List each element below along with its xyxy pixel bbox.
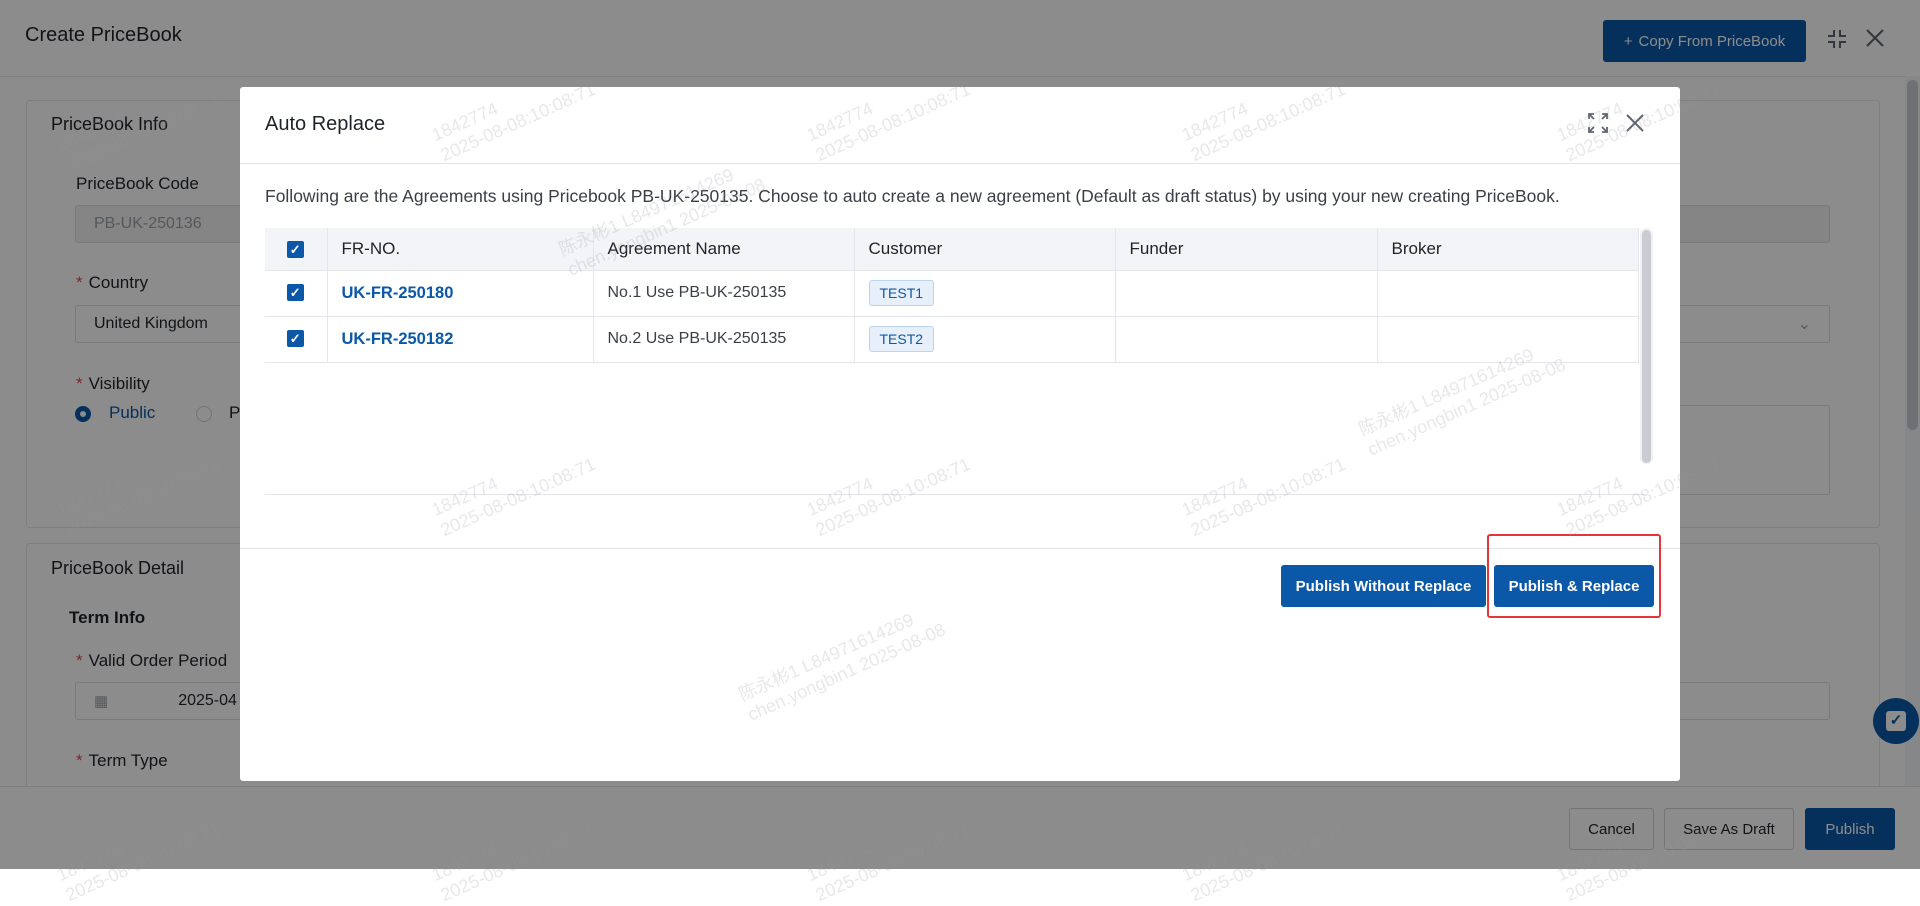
table-row: ✓ UK-FR-250182 No.2 Use PB-UK-250135 TES… bbox=[265, 316, 1639, 363]
modal-footer-divider bbox=[240, 548, 1680, 549]
row-checkbox[interactable]: ✓ bbox=[286, 284, 304, 302]
customer-cell: TEST2 bbox=[854, 316, 1116, 363]
select-all-checkbox[interactable]: ✓ bbox=[286, 240, 304, 258]
expand-icon[interactable] bbox=[1585, 113, 1611, 139]
broker-cell bbox=[1377, 316, 1639, 363]
agreement-name-cell: No.1 Use PB-UK-250135 bbox=[593, 270, 855, 317]
modal-title: Auto Replace bbox=[265, 113, 386, 135]
modal-header: Auto Replace bbox=[240, 87, 1680, 164]
row-checkbox[interactable]: ✓ bbox=[286, 330, 304, 348]
table-row: ✓ UK-FR-250180 No.1 Use PB-UK-250135 TES… bbox=[265, 270, 1639, 317]
broker-cell bbox=[1377, 270, 1639, 317]
column-header: FR-NO. bbox=[327, 228, 594, 271]
fr-no-cell: UK-FR-250182 bbox=[327, 316, 594, 363]
select-all-header: ✓ bbox=[265, 228, 328, 271]
agreements-table: ✓ FR-NO. Agreement Name Customer Funder … bbox=[265, 228, 1645, 495]
column-header: Broker bbox=[1377, 228, 1639, 271]
fr-no-cell: UK-FR-250180 bbox=[327, 270, 594, 317]
auto-replace-modal: Auto Replace Following are the Agreement… bbox=[240, 87, 1680, 781]
agreement-name-cell: No.2 Use PB-UK-250135 bbox=[593, 316, 855, 363]
row-select-cell: ✓ bbox=[265, 270, 328, 317]
table-scrollbar-thumb[interactable] bbox=[1642, 230, 1651, 463]
customer-tag: TEST1 bbox=[868, 280, 935, 306]
funder-cell bbox=[1115, 316, 1378, 363]
row-select-cell: ✓ bbox=[265, 316, 328, 363]
table-header-row: ✓ FR-NO. Agreement Name Customer Funder … bbox=[265, 228, 1639, 271]
funder-cell bbox=[1115, 270, 1378, 317]
column-header: Customer bbox=[854, 228, 1116, 271]
fr-no-link[interactable]: UK-FR-250182 bbox=[342, 330, 454, 348]
fr-no-link[interactable]: UK-FR-250180 bbox=[342, 284, 454, 302]
customer-tag: TEST2 bbox=[868, 326, 935, 352]
publish-and-replace-highlight bbox=[1487, 534, 1661, 618]
modal-description: Following are the Agreements using Price… bbox=[265, 186, 1560, 206]
column-header: Funder bbox=[1115, 228, 1378, 271]
modal-close-icon[interactable] bbox=[1622, 113, 1648, 139]
publish-without-replace-button[interactable]: Publish Without Replace bbox=[1281, 565, 1486, 607]
customer-cell: TEST1 bbox=[854, 270, 1116, 317]
column-header: Agreement Name bbox=[593, 228, 855, 271]
